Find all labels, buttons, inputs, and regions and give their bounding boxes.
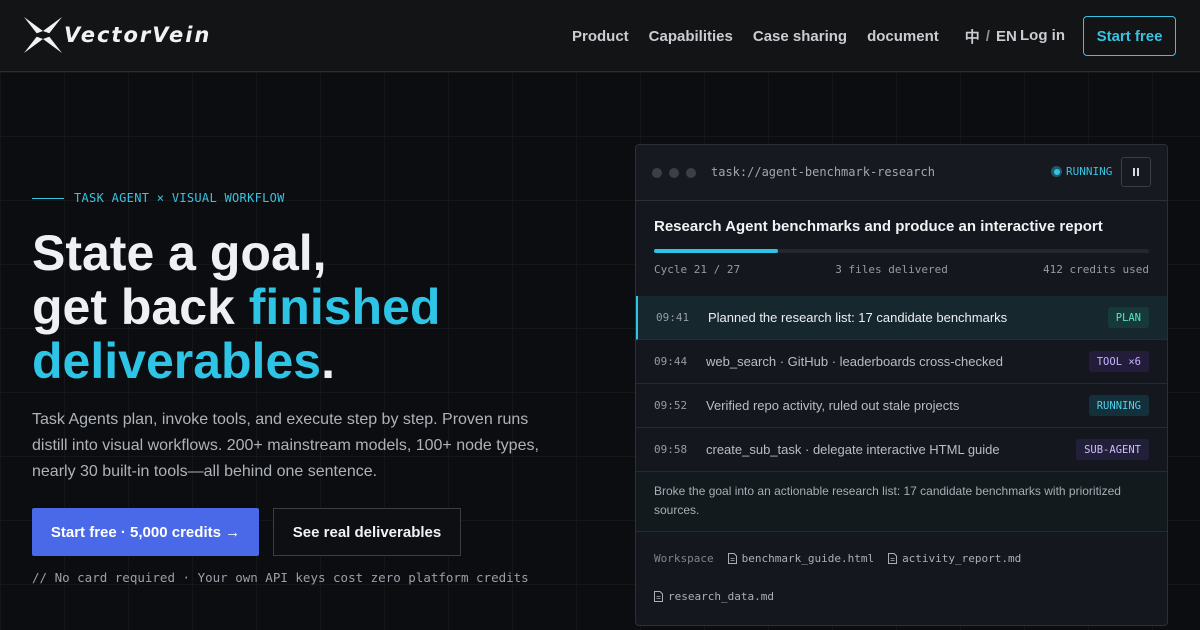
workspace-files: Workspace benchmark_guide.html activity_…: [654, 549, 1154, 605]
hero-headline: State a goal, get back finished delivera…: [32, 226, 592, 388]
pause-button[interactable]: [1121, 157, 1151, 187]
headline-line-1: State a goal,: [32, 225, 327, 281]
log-tag-tool: TOOL ×6: [1088, 351, 1149, 372]
log-desc: create_sub_task · delegate interactive H…: [706, 442, 1000, 457]
task-card-header: task://agent-benchmark-research RUNNING: [636, 145, 1167, 201]
log-time: 09:41: [656, 311, 690, 324]
nav-link-product[interactable]: Product: [572, 28, 629, 45]
cycle-count: Cycle 21 / 27: [654, 263, 741, 276]
file-icon: [727, 552, 737, 564]
workspace-label: Workspace: [654, 551, 714, 565]
hero-footnote: // No card required · Your own API keys …: [32, 570, 529, 585]
status-badge: RUNNING: [1051, 165, 1112, 178]
start-free-credits-button[interactable]: Start free · 5,000 credits →: [32, 508, 259, 556]
task-stats: Cycle 21 / 27 3 files delivered 412 cred…: [654, 263, 1149, 276]
headline-line-2a: get back: [32, 279, 249, 335]
pause-icon: [1133, 168, 1135, 176]
task-log: 09:41 Planned the research list: 17 cand…: [636, 296, 1167, 472]
task-title: Research Agent benchmarks and produce an…: [654, 218, 1103, 235]
file-icon: [654, 590, 663, 602]
file-name: research_data.md: [668, 589, 774, 603]
task-card: task://agent-benchmark-research RUNNING …: [635, 144, 1168, 626]
nav-link-capabilities[interactable]: Capabilities: [649, 28, 733, 45]
nav-link-case-sharing[interactable]: Case sharing: [753, 28, 847, 45]
hero-eyebrow: TASK AGENT × VISUAL WORKFLOW: [32, 191, 285, 205]
lang-en[interactable]: EN: [996, 28, 1017, 45]
brand-name: VectorVein: [64, 23, 212, 47]
log-time: 09:52: [654, 399, 688, 412]
log-tag-subagent: SUB-AGENT: [1076, 439, 1149, 460]
log-tag-plan: PLAN: [1107, 307, 1149, 328]
log-desc: web_search · GitHub · leaderboards cross…: [706, 354, 1003, 369]
task-summary: Broke the goal into an actionable resear…: [636, 472, 1167, 532]
see-deliverables-button[interactable]: See real deliverables: [273, 508, 461, 556]
eyebrow-line: [32, 197, 64, 199]
file-name: benchmark_guide.html: [741, 551, 875, 565]
workspace-file[interactable]: activity_report.md: [888, 552, 1021, 565]
file-name: activity_report.md: [902, 551, 1022, 565]
login-link[interactable]: Log in: [1020, 27, 1065, 44]
eyebrow-text: TASK AGENT × VISUAL WORKFLOW: [74, 191, 285, 205]
log-time: 09:58: [654, 443, 688, 456]
language-switcher: 中 / EN: [965, 26, 1017, 47]
log-desc: Planned the research list: 17 candidate …: [708, 310, 1008, 325]
status-text: RUNNING: [1066, 165, 1113, 178]
headline-accent-finished: finished: [248, 279, 441, 335]
file-icon: [888, 552, 898, 564]
brand-logo[interactable]: VectorVein: [24, 17, 211, 53]
window-dot: [652, 168, 662, 178]
log-row[interactable]: 09:58 create_sub_task · delegate interac…: [636, 428, 1167, 472]
log-row[interactable]: 09:41 Planned the research list: 17 cand…: [636, 296, 1167, 340]
files-delivered: 3 files delivered: [835, 263, 948, 276]
log-row[interactable]: 09:44 web_search · GitHub · leaderboards…: [636, 340, 1167, 384]
task-progress-bar: [654, 249, 1149, 253]
task-url: task://agent-benchmark-research: [711, 165, 935, 179]
workspace-file[interactable]: research_data.md: [654, 590, 774, 603]
vectorvein-logo-icon: [24, 17, 62, 53]
headline-period: .: [321, 333, 335, 389]
headline-accent-deliverables: deliverables: [32, 333, 322, 389]
lang-zh[interactable]: 中: [965, 26, 980, 47]
top-nav: VectorVein Product Capabilities Case sha…: [0, 0, 1200, 72]
log-desc: Verified repo activity, ruled out stale …: [706, 398, 960, 413]
credits-used: 412 credits used: [1043, 263, 1149, 276]
nav-link-document[interactable]: document: [867, 28, 939, 45]
nav-links: Product Capabilities Case sharing docume…: [572, 0, 1017, 72]
log-time: 09:44: [654, 355, 688, 368]
start-free-nav-button[interactable]: Start free: [1083, 16, 1176, 56]
window-dot: [686, 168, 696, 178]
workspace-file[interactable]: benchmark_guide.html: [727, 551, 875, 565]
log-row[interactable]: 09:52 Verified repo activity, ruled out …: [636, 384, 1167, 428]
task-progress-fill: [654, 249, 778, 253]
status-dot-icon: [1051, 166, 1062, 177]
lang-separator: /: [985, 27, 990, 45]
window-dot: [669, 168, 679, 178]
hero-subtext: Task Agents plan, invoke tools, and exec…: [32, 411, 539, 480]
log-tag-running: RUNNING: [1088, 395, 1149, 416]
